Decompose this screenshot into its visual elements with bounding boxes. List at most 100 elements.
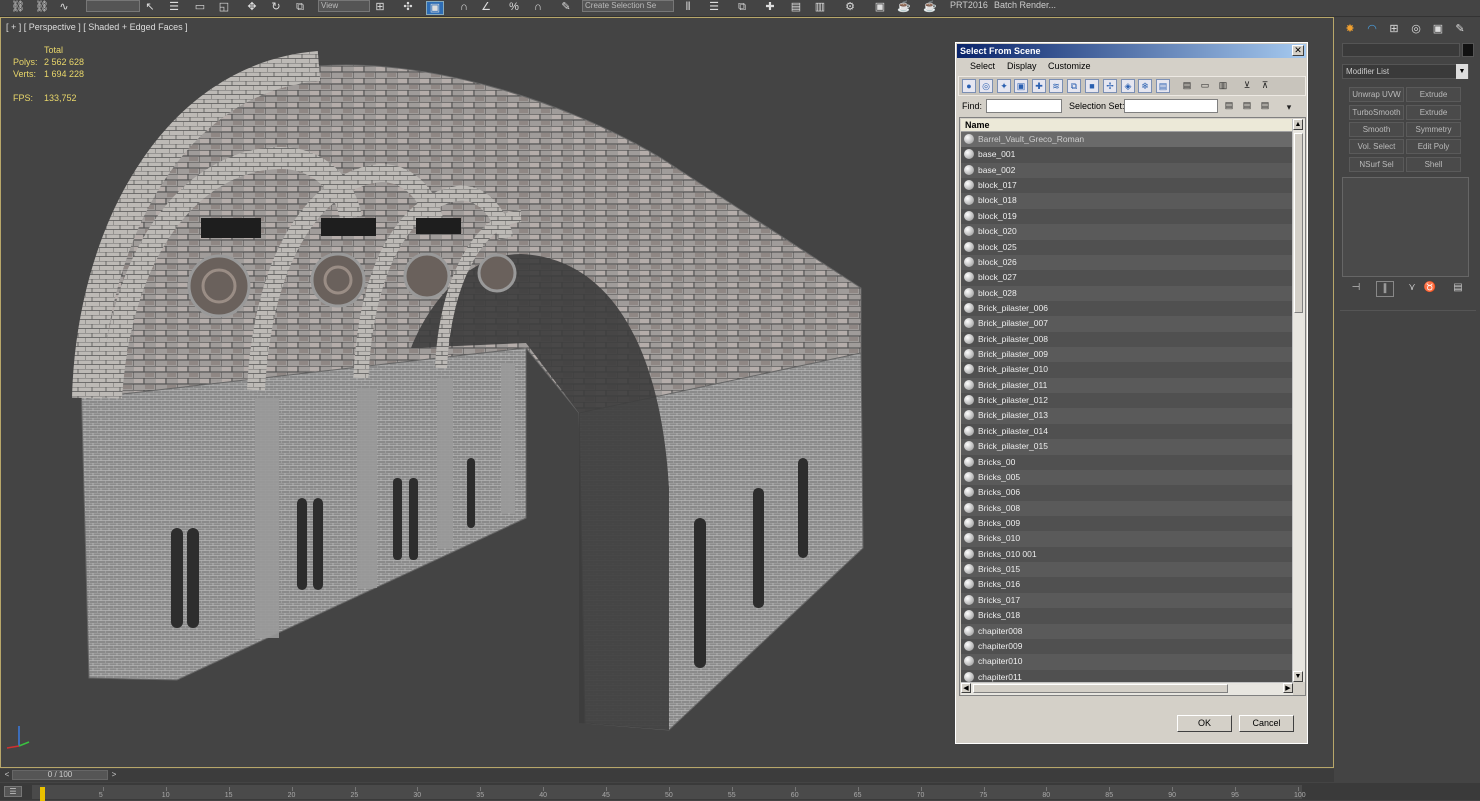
list-item[interactable]: Bricks_010 (961, 531, 1293, 547)
scroll-down-icon[interactable]: ▼ (1293, 671, 1303, 682)
utilities-tab-icon[interactable]: ✎ (1452, 21, 1468, 37)
list-item[interactable]: Brick_pilaster_015 (961, 439, 1293, 455)
render-iterative-icon[interactable]: ☕ (922, 1, 938, 13)
list-item[interactable]: Bricks_017 (961, 592, 1293, 609)
list-item[interactable]: Bricks_015 (961, 562, 1293, 578)
bind-spacewarp-icon[interactable]: ∿ (56, 1, 72, 13)
rendered-frame-icon[interactable]: ▣ (872, 1, 888, 13)
next-frame-icon[interactable]: > (110, 770, 118, 780)
list-item[interactable]: Bricks_005 (961, 469, 1293, 486)
list-item[interactable]: chapiter010 (961, 654, 1293, 670)
keyboard-shortcut-icon[interactable]: ▣ (426, 1, 444, 15)
modifier-button-smooth[interactable]: Smooth (1349, 122, 1404, 137)
modifier-button-symmetry[interactable]: Symmetry (1406, 122, 1461, 137)
list-item[interactable]: block_020 (961, 224, 1293, 240)
select-invert-icon[interactable]: ▥ (1216, 79, 1230, 93)
list-item[interactable]: block_026 (961, 254, 1293, 271)
list-item[interactable]: Bricks_00 (961, 454, 1293, 470)
list-item[interactable]: Brick_pilaster_009 (961, 347, 1293, 363)
batch-render-button[interactable]: Batch Render... (994, 0, 1056, 14)
list-item[interactable]: Brick_pilaster_013 (961, 408, 1293, 424)
named-selection-set-dropdown[interactable]: Create Selection Se (582, 0, 674, 12)
window-crossing-icon[interactable]: ◱ (216, 1, 232, 13)
link-icon[interactable]: ⛓ (10, 1, 26, 13)
chevron-down-icon[interactable]: ▾ (1282, 101, 1296, 115)
list-item[interactable]: block_025 (961, 239, 1293, 255)
list-item[interactable]: Bricks_010 001 (961, 546, 1293, 563)
unlink-icon[interactable]: ⛓ (34, 1, 50, 13)
list-item[interactable]: base_002 (961, 162, 1293, 179)
modify-tab-icon[interactable]: ◠ (1364, 21, 1380, 37)
mirror-icon[interactable]: ⫴ (680, 1, 696, 13)
percent-snap-icon[interactable]: % (506, 1, 522, 13)
list-item[interactable]: block_018 (961, 193, 1293, 209)
align-icon[interactable]: ☰ (706, 1, 722, 13)
filter-hidden-icon[interactable]: ▤ (1156, 79, 1170, 93)
close-icon[interactable]: ✕ (1292, 45, 1304, 56)
list-item[interactable]: Brick_pilaster_014 (961, 423, 1293, 440)
list-item[interactable]: base_001 (961, 147, 1293, 163)
motion-tab-icon[interactable]: ◎ (1408, 21, 1424, 37)
selection-filter-dropdown[interactable] (86, 0, 140, 12)
list-item[interactable]: Brick_pilaster_010 (961, 362, 1293, 378)
remove-modifier-icon[interactable]: ♉ (1422, 281, 1438, 295)
menu-display[interactable]: Display (1007, 59, 1037, 74)
find-input[interactable] (986, 99, 1062, 113)
filter-lights-icon[interactable]: ✦ (997, 79, 1011, 93)
layer-manager-icon[interactable]: ⧉ (734, 1, 750, 13)
manipulate-icon[interactable]: ✣ (400, 1, 416, 13)
select-by-name-icon[interactable]: ☰ (166, 1, 182, 13)
rect-selection-icon[interactable]: ▭ (192, 1, 208, 13)
pivot-icon[interactable]: ⊞ (372, 1, 388, 13)
menu-select[interactable]: Select (970, 59, 995, 74)
scene-object-list[interactable]: Name Barrel_Vault_Greco_Roman base_001 bas… (959, 117, 1306, 696)
object-color-swatch[interactable] (1462, 43, 1474, 57)
vertical-scrollbar[interactable]: ▲ ▼ (1292, 119, 1305, 682)
make-unique-icon[interactable]: ⋎ (1404, 281, 1420, 295)
edit-named-selection-icon[interactable]: ✎ (558, 1, 574, 13)
cancel-button[interactable]: Cancel (1239, 715, 1294, 732)
filter-groups-icon[interactable]: ⧉ (1067, 79, 1081, 93)
display-children-icon[interactable]: ⊻ (1240, 79, 1254, 93)
move-icon[interactable]: ✥ (244, 1, 260, 13)
list-item[interactable]: block_027 (961, 270, 1293, 286)
filter-helpers-icon[interactable]: ✚ (1032, 79, 1046, 93)
list-item[interactable]: block_028 (961, 285, 1293, 301)
list-item[interactable]: Brick_pilaster_012 (961, 393, 1293, 409)
filter-containers-icon[interactable]: ◈ (1121, 79, 1135, 93)
scroll-left-icon[interactable]: ◀ (961, 683, 971, 693)
ok-button[interactable]: OK (1177, 715, 1232, 732)
filter-shapes-icon[interactable]: ◎ (979, 79, 993, 93)
modifier-list-dropdown[interactable]: Modifier List (1342, 64, 1469, 79)
filter-frozen-icon[interactable]: ❄ (1138, 79, 1152, 93)
list-item[interactable]: Barrel_Vault_Greco_Roman (961, 132, 1293, 148)
list-item[interactable]: Brick_pilaster_007 (961, 316, 1293, 332)
modifier-button-shell[interactable]: Shell (1406, 157, 1461, 172)
scale-icon[interactable]: ⧉ (292, 1, 308, 13)
filter-bones-icon[interactable]: ✢ (1103, 79, 1117, 93)
track-bar-area[interactable]: 5 10 15 20 25 30 35 40 45 50 55 60 65 70 75 80 85 90 95 100 (32, 785, 1306, 801)
rotate-icon[interactable]: ↻ (268, 1, 284, 13)
curve-editor-icon[interactable]: ✚ (762, 1, 778, 13)
scroll-right-icon[interactable]: ▶ (1283, 683, 1293, 693)
select-object-icon[interactable]: ↖ (142, 1, 158, 13)
pin-stack-icon[interactable]: ⊣ (1348, 281, 1364, 295)
menu-customize[interactable]: Customize (1048, 59, 1091, 74)
remove-selection-set-icon[interactable]: ▤ (1240, 99, 1254, 113)
list-item[interactable]: Brick_pilaster_011 (961, 377, 1293, 394)
select-none-icon[interactable]: ▭ (1198, 79, 1212, 93)
modifier-button-extrude[interactable]: Extrude (1406, 87, 1461, 102)
vertical-scroll-thumb[interactable] (1294, 133, 1303, 313)
list-item[interactable]: Brick_pilaster_006 (961, 300, 1293, 317)
modifier-stack[interactable] (1342, 177, 1469, 277)
reference-coordinate-dropdown[interactable]: View (318, 0, 370, 12)
schematic-view-icon[interactable]: ▤ (788, 1, 804, 13)
modifier-button-vol-select[interactable]: Vol. Select (1349, 139, 1404, 154)
scroll-up-icon[interactable]: ▲ (1293, 119, 1303, 130)
horizontal-scroll-thumb[interactable] (973, 684, 1228, 693)
select-all-icon[interactable]: ▤ (1180, 79, 1194, 93)
render-setup-icon[interactable]: ⚙ (842, 1, 858, 13)
spinner-snap-icon[interactable]: ∩ (530, 1, 546, 13)
horizontal-scrollbar[interactable]: ◀ ▶ (961, 682, 1293, 695)
modifier-button-extrude-2[interactable]: Extrude (1406, 105, 1461, 120)
